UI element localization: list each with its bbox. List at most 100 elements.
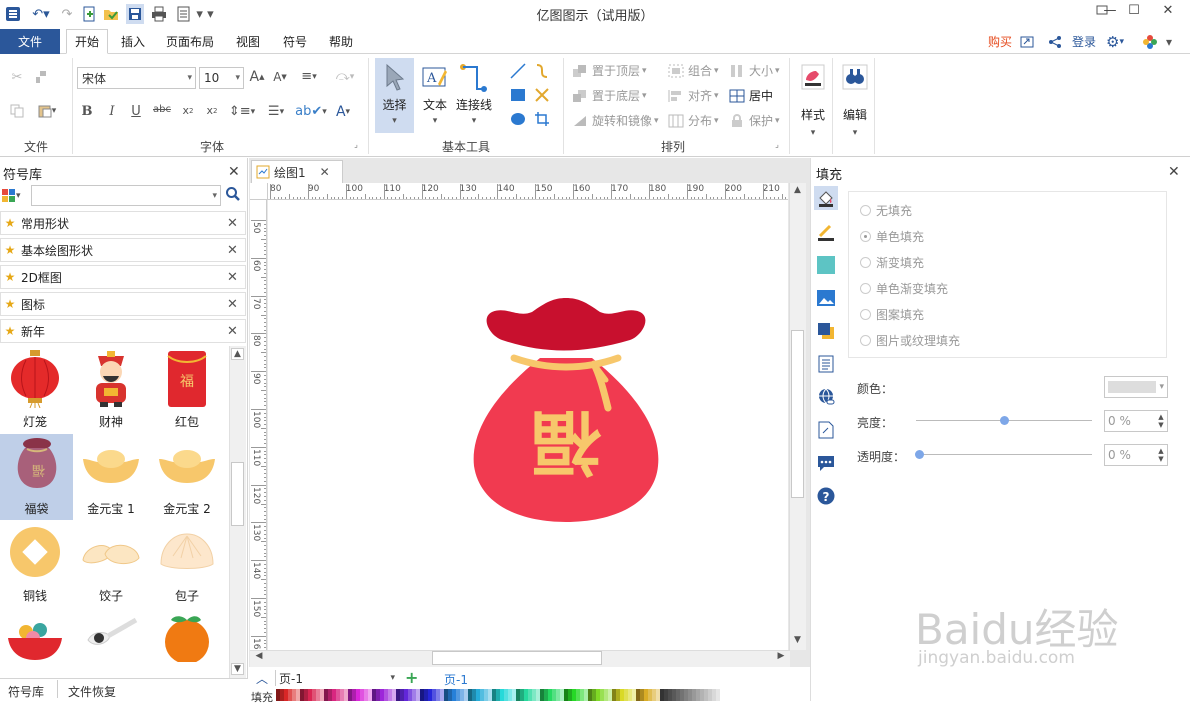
text-tool-button[interactable]: A 文本 ▾ <box>417 58 453 133</box>
palette-swatch[interactable] <box>716 689 720 701</box>
send-to-back-button[interactable]: 置于底层 ▾ <box>572 87 647 104</box>
library-category-icons[interactable]: ★ 图标 ✕ <box>0 292 246 316</box>
page-collapse-icon[interactable]: ︿ <box>256 670 268 687</box>
symbol-orange[interactable] <box>152 612 222 662</box>
distribute-button[interactable]: 分布 ▾ <box>668 112 719 129</box>
canvas-horizontal-thumb[interactable] <box>432 651 602 665</box>
canvas-vertical-thumb[interactable] <box>791 330 804 498</box>
symbol-gold-ingot-1[interactable]: 金元宝 1 <box>76 434 146 520</box>
new-icon[interactable] <box>80 4 98 24</box>
document-tab-close-icon[interactable]: ✕ <box>320 165 330 179</box>
shadow-panel-icon[interactable] <box>814 253 838 277</box>
attachment-panel-icon[interactable] <box>814 418 838 442</box>
page-panel-icon[interactable] <box>814 352 838 376</box>
quick-access-more-icon[interactable]: ▾ ▾ <box>194 4 216 24</box>
transparency-spinner[interactable]: 0 % ▲ ▼ <box>1104 444 1168 466</box>
symbol-dumplings[interactable]: 饺子 <box>76 521 146 607</box>
brightness-spinner[interactable]: 0 % ▲ ▼ <box>1104 410 1168 432</box>
tab-view[interactable]: 视图 <box>236 29 260 54</box>
app-flower-icon[interactable] <box>1142 29 1158 54</box>
canvas-scroll-up-icon[interactable]: ▲ <box>790 185 805 198</box>
share-window-icon[interactable] <box>1020 29 1038 54</box>
brightness-slider-thumb[interactable] <box>1000 416 1009 425</box>
format-painter-icon[interactable] <box>33 69 49 85</box>
grow-font-icon[interactable]: A ▲ <box>249 69 265 85</box>
font-color-icon[interactable]: A ▾ <box>332 104 354 120</box>
search-icon[interactable] <box>225 186 243 206</box>
cut-icon[interactable]: ✂ <box>9 69 25 85</box>
highlight-icon[interactable]: ab✔ ▾ <box>295 104 327 119</box>
symbol-steamed-bun[interactable]: 包子 <box>152 521 222 607</box>
category-close-icon[interactable]: ✕ <box>227 216 245 231</box>
group-button[interactable]: 组合 ▾ <box>668 62 719 79</box>
lucky-bag-shape[interactable]: 福 <box>470 298 662 524</box>
login-link[interactable]: 登录 <box>1072 29 1096 54</box>
strikethrough-icon[interactable]: abc <box>153 104 171 115</box>
canvas-scroll-left-icon[interactable]: ◀ <box>252 651 266 665</box>
color-palette[interactable] <box>276 689 721 701</box>
export-icon[interactable] <box>174 4 194 24</box>
point-tool-icon[interactable] <box>533 86 551 104</box>
tab-home[interactable]: 开始 <box>66 29 109 54</box>
line-panel-icon[interactable] <box>814 220 838 244</box>
fill-option-gradient[interactable]: 渐变填充 <box>860 252 924 272</box>
style-button[interactable]: 样式 ▾ <box>796 58 830 148</box>
open-icon[interactable] <box>102 4 120 24</box>
fill-option-single-gradient[interactable]: 单色渐变填充 <box>860 278 948 298</box>
document-tab[interactable]: 绘图1 ✕ <box>251 160 343 183</box>
library-scroll-thumb[interactable] <box>231 462 244 526</box>
subscript-icon[interactable]: x2 <box>180 104 196 117</box>
image-panel-icon[interactable] <box>814 286 838 310</box>
rotate-mirror-button[interactable]: 旋转和镜像 ▾ <box>572 112 659 129</box>
rectangle-shape-icon[interactable] <box>509 86 527 104</box>
library-bottom-tab-symbols[interactable]: 符号库 <box>8 683 44 700</box>
bullets-icon[interactable]: ☰ ▾ <box>262 104 290 119</box>
protect-button[interactable]: 保护 ▾ <box>729 112 780 129</box>
ribbon-collapse-icon[interactable]: ▾ <box>1166 29 1172 54</box>
italic-icon[interactable]: I <box>105 104 119 119</box>
curve-connector-icon[interactable] <box>533 62 551 80</box>
page-selector[interactable]: 页-1 ▾ <box>275 670 395 686</box>
fill-panel-icon[interactable] <box>814 186 838 210</box>
center-button[interactable]: 居中 <box>729 87 773 104</box>
library-scroll-up-icon[interactable]: ▲ <box>231 348 244 360</box>
settings-gear-icon[interactable]: ⚙ ▾ <box>1106 29 1124 54</box>
category-close-icon[interactable]: ✕ <box>227 270 245 285</box>
category-close-icon[interactable]: ✕ <box>227 324 245 339</box>
symbol-spoon[interactable] <box>76 612 146 662</box>
comment-panel-icon[interactable] <box>814 451 838 475</box>
library-search-input[interactable]: ▾ <box>31 185 221 206</box>
symbol-gold-ingot-2[interactable]: 金元宝 2 <box>152 434 222 520</box>
underline-icon[interactable]: U <box>129 104 143 119</box>
maximize-icon[interactable]: ☐ <box>1118 0 1150 20</box>
bring-to-front-button[interactable]: 置于顶层 ▾ <box>572 62 647 79</box>
font-dialog-launcher-icon[interactable]: ⌟ <box>351 140 361 149</box>
arrange-dialog-launcher-icon[interactable]: ⌟ <box>772 140 782 149</box>
copy-icon[interactable] <box>9 103 25 119</box>
undo-icon[interactable]: ↶▾ <box>26 4 56 24</box>
bold-icon[interactable]: B <box>80 104 94 119</box>
library-category-2d-block[interactable]: ★ 2D框图 ✕ <box>0 265 246 289</box>
font-family-select[interactable]: 宋体 ▾ <box>77 67 196 89</box>
symbol-lucky-bag[interactable]: 福 福袋 <box>0 434 73 520</box>
hyperlink-panel-icon[interactable] <box>814 385 838 409</box>
shrink-font-icon[interactable]: A ▼ <box>272 70 288 84</box>
fill-option-solid[interactable]: 单色填充 <box>860 226 924 246</box>
color-picker[interactable]: ▾ <box>1104 376 1168 398</box>
symbol-god-of-wealth[interactable]: 财神 <box>76 347 146 433</box>
symbol-lantern[interactable]: 灯笼 <box>0 347 70 433</box>
size-button[interactable]: 大小 ▾ <box>729 62 780 79</box>
fill-option-none[interactable]: 无填充 <box>860 200 912 220</box>
tab-help[interactable]: 帮助 <box>329 29 353 54</box>
category-close-icon[interactable]: ✕ <box>227 297 245 312</box>
share-icon[interactable] <box>1048 29 1066 54</box>
file-menu[interactable]: 文件 <box>0 29 60 54</box>
library-menu-icon[interactable]: ▾ <box>2 186 30 206</box>
tab-symbols[interactable]: 符号 <box>283 29 307 54</box>
library-close-icon[interactable]: ✕ <box>228 164 240 180</box>
ellipse-shape-icon[interactable] <box>509 110 527 128</box>
symbol-copper-coin[interactable]: 铜钱 <box>0 521 70 607</box>
paste-icon[interactable]: ▾ <box>33 103 61 119</box>
fill-option-pattern[interactable]: 图案填充 <box>860 304 924 324</box>
help-panel-icon[interactable]: ? <box>814 484 838 508</box>
